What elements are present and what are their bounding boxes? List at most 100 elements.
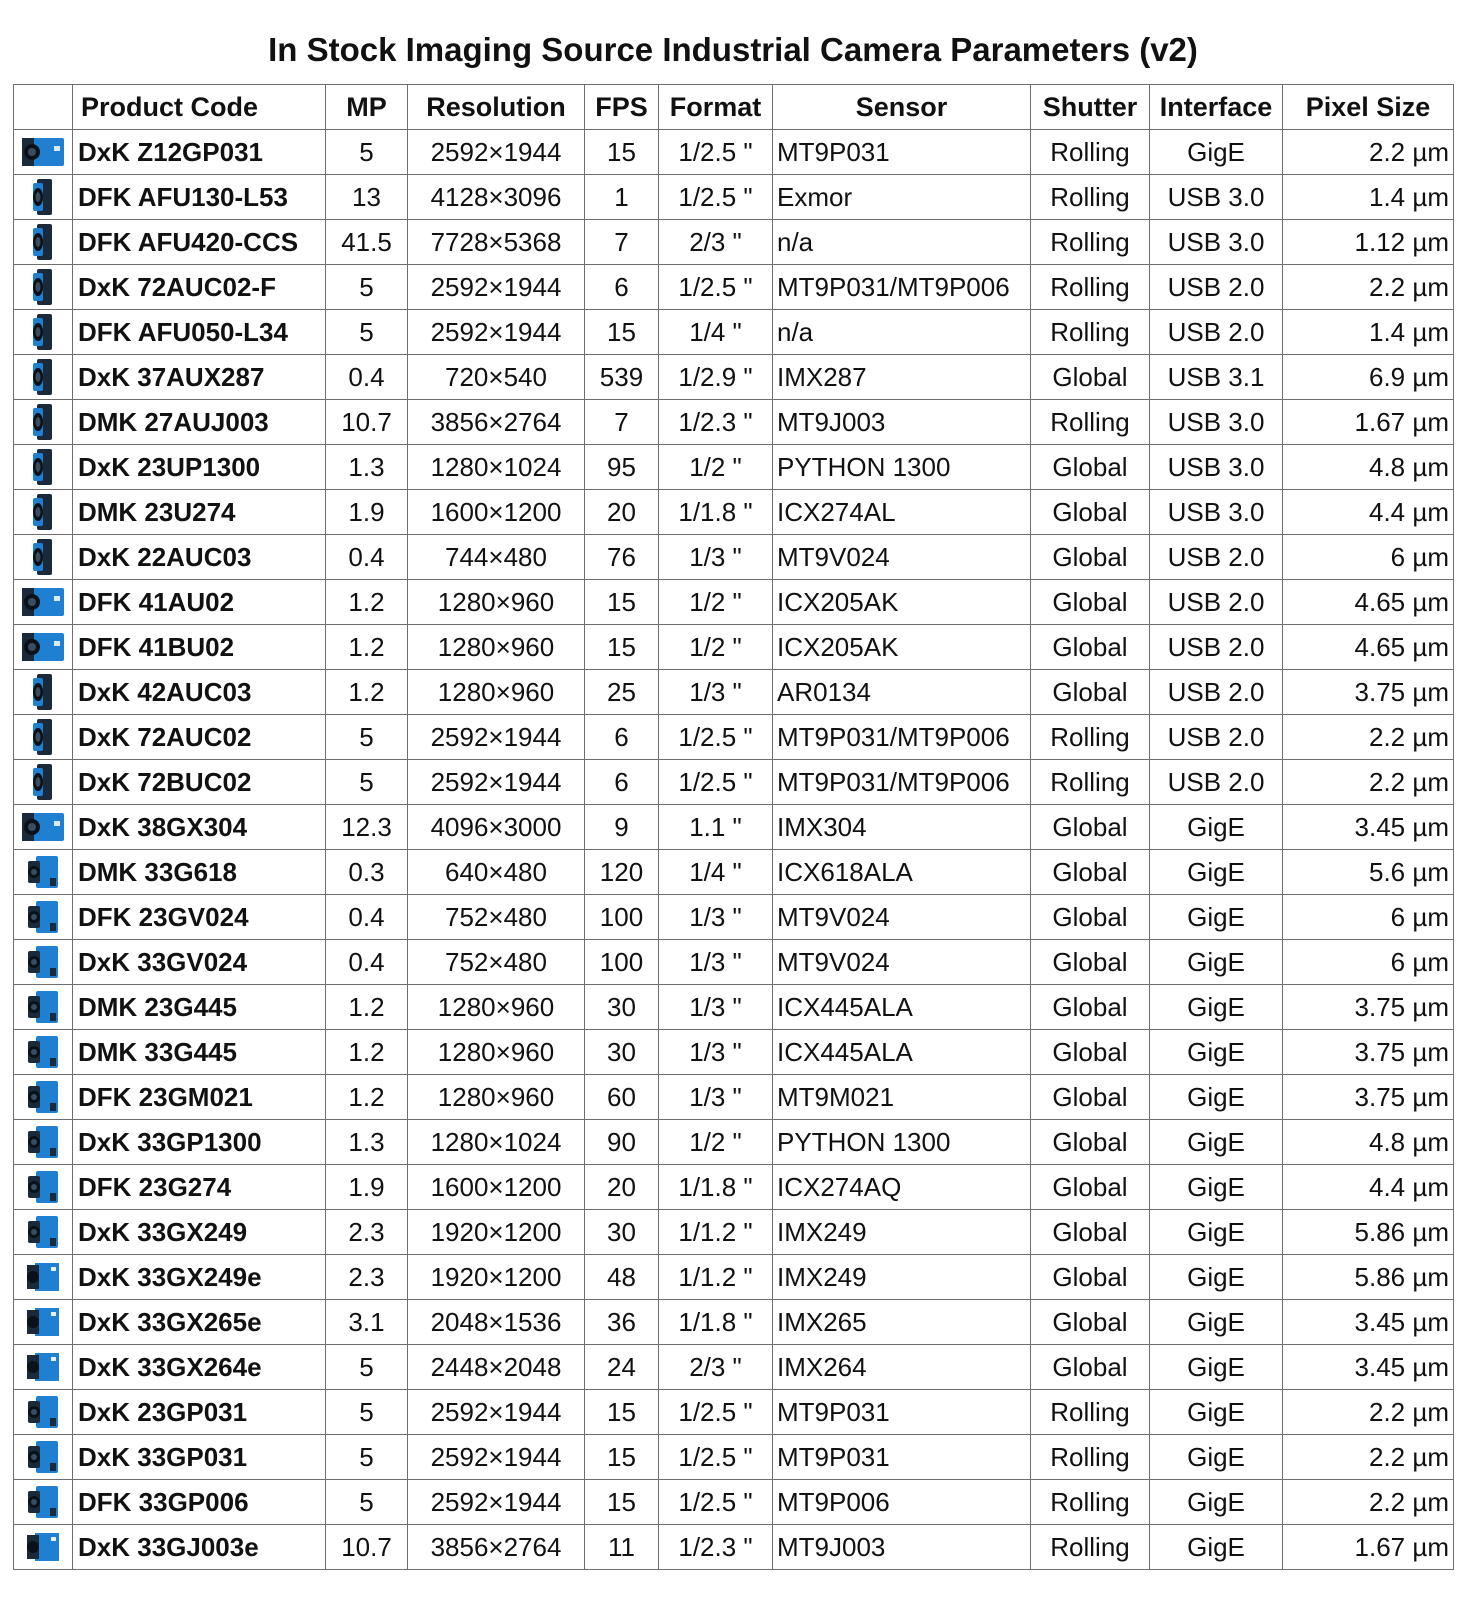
resolution-cell: 752×480 xyxy=(407,939,585,985)
shutter-cell: Global xyxy=(1030,1254,1150,1300)
format-cell: 2/3 " xyxy=(658,1344,773,1390)
pixel-size-cell: 3.75 µm xyxy=(1282,984,1454,1030)
fps-cell: 15 xyxy=(584,579,659,625)
pixel-size-cell: 1.4 µm xyxy=(1282,174,1454,220)
product-code-cell: DFK AFU050-L34 xyxy=(72,309,326,355)
product-image-cell xyxy=(13,1029,73,1075)
product-code-cell: DxK 23UP1300 xyxy=(72,444,326,490)
product-code-cell: DFK 23GM021 xyxy=(72,1074,326,1120)
table-row: DxK 33GX264e 5 2448×2048 24 2/3 " IMX264 Globa… xyxy=(13,1344,1454,1390)
resolution-cell: 3856×2764 xyxy=(407,1524,585,1570)
table-row: DFK 33GP006 5 2592×1944 15 1/2.5 " MT9P006 Rol… xyxy=(13,1479,1454,1525)
product-image-cell xyxy=(13,264,73,310)
product-image-cell xyxy=(13,354,73,400)
pixel-size-cell: 1.67 µm xyxy=(1282,1524,1454,1570)
resolution-cell: 2592×1944 xyxy=(407,1434,585,1480)
table-row: DxK 37AUX287 0.4 720×540 539 1/2.9 " IMX287 Gl… xyxy=(13,354,1454,400)
sensor-cell: ICX618ALA xyxy=(772,849,1031,895)
fps-cell: 15 xyxy=(584,1479,659,1525)
pixel-size-cell: 4.4 µm xyxy=(1282,1164,1454,1210)
sensor-cell: AR0134 xyxy=(772,669,1031,715)
shutter-cell: Rolling xyxy=(1030,309,1150,355)
sensor-cell: IMX249 xyxy=(772,1254,1031,1300)
shutter-cell: Global xyxy=(1030,939,1150,985)
pixel-size-cell: 2.2 µm xyxy=(1282,714,1454,760)
sensor-cell: ICX205AK xyxy=(772,624,1031,670)
fps-cell: 120 xyxy=(584,849,659,895)
table-row: DxK 23GP031 5 2592×1944 15 1/2.5 " MT9P031 Rol… xyxy=(13,1389,1454,1435)
format-cell: 1/3 " xyxy=(658,894,773,940)
fps-cell: 60 xyxy=(584,1074,659,1120)
table-row: DxK 23UP1300 1.3 1280×1024 95 1/2 " PYTHON 13… xyxy=(13,444,1454,490)
format-cell: 1/2.5 " xyxy=(658,1434,773,1480)
gige-camera-icon xyxy=(23,900,63,933)
product-image-cell xyxy=(13,1119,73,1165)
mp-cell: 13 xyxy=(325,174,408,220)
shutter-cell: Global xyxy=(1030,1164,1150,1210)
table-row: DxK 22AUC03 0.4 744×480 76 1/3 " MT9V024 Globa… xyxy=(13,534,1454,580)
resolution-cell: 1920×1200 xyxy=(407,1209,585,1255)
mp-cell: 10.7 xyxy=(325,399,408,445)
mp-cell: 1.9 xyxy=(325,1164,408,1210)
format-cell: 1/2 " xyxy=(658,624,773,670)
format-cell: 1/2.3 " xyxy=(658,1524,773,1570)
shutter-cell: Rolling xyxy=(1030,1434,1150,1480)
mp-cell: 5 xyxy=(325,759,408,805)
shutter-cell: Rolling xyxy=(1030,1389,1150,1435)
header-sensor: Sensor xyxy=(772,84,1031,130)
pixel-size-cell: 2.2 µm xyxy=(1282,1389,1454,1435)
interface-cell: GigE xyxy=(1149,1119,1283,1165)
product-image-cell xyxy=(13,1254,73,1300)
format-cell: 1/2 " xyxy=(658,1119,773,1165)
table-row: DFK 23GV024 0.4 752×480 100 1/3 " MT9V024 Glob… xyxy=(13,894,1454,940)
pixel-size-cell: 1.12 µm xyxy=(1282,219,1454,265)
table-row: DxK 33GV024 0.4 752×480 100 1/3 " MT9V024 Glob… xyxy=(13,939,1454,985)
usb-camera-icon xyxy=(28,224,58,260)
gige-camera-icon xyxy=(23,990,63,1023)
sensor-cell: MT9P006 xyxy=(772,1479,1031,1525)
format-cell: 1/1.8 " xyxy=(658,1299,773,1345)
resolution-cell: 2448×2048 xyxy=(407,1344,585,1390)
sensor-cell: PYTHON 1300 xyxy=(772,1119,1031,1165)
product-image-cell xyxy=(13,1074,73,1120)
table-row: DxK 72BUC02 5 2592×1944 6 1/2.5 " MT9P031/MT9… xyxy=(13,759,1454,805)
interface-cell: GigE xyxy=(1149,1074,1283,1120)
format-cell: 1/2.5 " xyxy=(658,129,773,175)
product-code-cell: DMK 23G445 xyxy=(72,984,326,1030)
product-image-cell xyxy=(13,309,73,355)
table-row: DxK 33GP1300 1.3 1280×1024 90 1/2 " PYTHON 13… xyxy=(13,1119,1454,1165)
interface-cell: USB 3.0 xyxy=(1149,174,1283,220)
mp-cell: 1.2 xyxy=(325,1074,408,1120)
sensor-cell: MT9P031 xyxy=(772,129,1031,175)
mp-cell: 3.1 xyxy=(325,1299,408,1345)
shutter-cell: Global xyxy=(1030,489,1150,535)
shutter-cell: Global xyxy=(1030,1119,1150,1165)
product-image-cell xyxy=(13,579,73,625)
mp-cell: 0.4 xyxy=(325,354,408,400)
interface-cell: USB 2.0 xyxy=(1149,579,1283,625)
product-code-cell: DxK 33GV024 xyxy=(72,939,326,985)
interface-cell: USB 3.1 xyxy=(1149,354,1283,400)
usb-camera-icon xyxy=(28,719,58,755)
mp-cell: 1.2 xyxy=(325,984,408,1030)
pixel-size-cell: 3.75 µm xyxy=(1282,1074,1454,1120)
mp-cell: 12.3 xyxy=(325,804,408,850)
pixel-size-cell: 6 µm xyxy=(1282,534,1454,580)
header-format: Format xyxy=(658,84,773,130)
sensor-cell: MT9P031/MT9P006 xyxy=(772,714,1031,760)
fps-cell: 15 xyxy=(584,129,659,175)
shutter-cell: Rolling xyxy=(1030,219,1150,265)
gige-camera-icon xyxy=(23,855,63,888)
format-cell: 1/2 " xyxy=(658,444,773,490)
gige-box-camera-icon xyxy=(18,810,68,841)
fps-cell: 9 xyxy=(584,804,659,850)
sensor-cell: IMX264 xyxy=(772,1344,1031,1390)
mp-cell: 1.2 xyxy=(325,579,408,625)
sensor-cell: n/a xyxy=(772,309,1031,355)
product-code-cell: DxK 72AUC02 xyxy=(72,714,326,760)
fps-cell: 20 xyxy=(584,489,659,535)
sensor-cell: IMX304 xyxy=(772,804,1031,850)
format-cell: 1/2.5 " xyxy=(658,1479,773,1525)
product-image-cell xyxy=(13,894,73,940)
header-resolution: Resolution xyxy=(407,84,585,130)
